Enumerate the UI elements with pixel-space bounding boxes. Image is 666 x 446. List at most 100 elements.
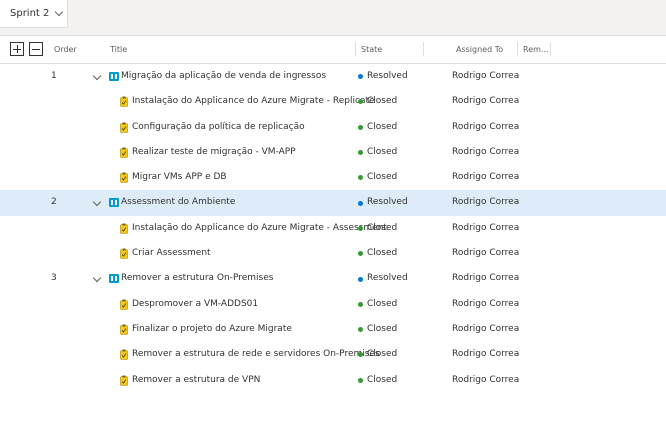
user-story-icon [109,72,119,81]
state-cell[interactable]: Resolved [358,266,408,291]
work-item-title[interactable]: Realizar teste de migração - VM-APP [132,140,296,165]
task-row[interactable]: Instalação do Applicance do Azure Migrat… [0,89,666,114]
user-story-icon [109,274,119,284]
chevron-down-icon[interactable] [92,274,102,283]
state-label: Closed [367,172,398,183]
chevron-down-icon [55,7,64,17]
state-cell[interactable]: Resolved [358,64,408,89]
task-icon [120,248,128,259]
backlog-item-row[interactable]: 2 Assessment do Ambiente Resolved Rodrigo C… [0,190,666,216]
task-row[interactable]: Finalizar o projeto do Azure Migrate Clos… [0,317,666,342]
assigned-to-value[interactable]: Rodrigo Correa [452,292,519,317]
task-row[interactable]: Despromover a VM-ADDS01 Closed Rodrigo Cor… [0,292,666,317]
state-indicator-icon [358,99,363,105]
state-cell[interactable]: Closed [358,317,397,342]
task-icon [120,375,128,386]
work-item-title[interactable]: Remover a estrutura de VPN [132,368,260,393]
work-item-title[interactable]: Migração da aplicação de venda de ingres… [121,64,326,89]
state-cell[interactable]: Closed [358,292,397,317]
state-label: Closed [367,121,398,132]
chevron-down-icon[interactable] [92,71,102,81]
expand-all-button[interactable] [10,42,24,56]
task-icon [120,147,128,158]
work-item-title[interactable]: Remover a estrutura de rede e servidores… [132,342,380,367]
state-label: Resolved [367,71,408,81]
collapse-all-button[interactable] [29,42,43,56]
work-item-title[interactable]: Assessment do Ambiente [121,190,235,215]
order-value: 3 [51,273,57,284]
state-label: Closed [367,323,398,334]
task-icon [120,172,128,183]
assigned-to-value[interactable]: Rodrigo Correa [452,190,519,215]
assigned-to-value[interactable]: Rodrigo Correa [452,241,519,266]
assigned-to-value[interactable]: Rodrigo Correa [452,115,519,140]
task-row[interactable]: Remover a estrutura de VPN Closed Rodrigo … [0,368,666,393]
order-value: 1 [51,71,57,81]
assigned-to-value[interactable]: Rodrigo Correa [452,368,519,393]
state-label: Closed [367,349,398,360]
state-cell[interactable]: Closed [358,342,397,367]
task-icon [120,299,128,310]
state-cell[interactable]: Closed [358,89,397,114]
column-header-state[interactable]: State [361,36,382,64]
work-item-title[interactable]: Despromover a VM-ADDS01 [132,292,258,317]
column-divider[interactable] [550,42,551,56]
backlog-item-row[interactable]: 1 Migração da aplicação de venda de ingre… [0,64,666,89]
task-row[interactable]: Configuração da política de replicação Cl… [0,115,666,140]
assigned-to-value[interactable]: Rodrigo Correa [452,342,519,367]
state-cell[interactable]: Resolved [358,190,408,215]
state-label: Closed [367,374,398,385]
state-indicator-icon [358,74,363,80]
work-item-title[interactable]: Remover a estrutura On-Premises [121,266,273,291]
backlog-item-row[interactable]: 3 Remover a estrutura On-Premises Resolved… [0,266,666,291]
column-header-assigned-to[interactable]: Assigned To [456,36,503,64]
task-row[interactable]: Criar Assessment Closed Rodrigo Correa [0,241,666,266]
work-item-title[interactable]: Instalação do Applicance do Azure Migrat… [132,89,375,114]
state-cell[interactable]: Closed [358,368,397,393]
backlog-grid: 1 Migração da aplicação de venda de ingre… [0,64,666,393]
column-header-remaining[interactable]: Rem... [523,36,549,64]
task-row[interactable]: Realizar teste de migração - VM-APP Close… [0,140,666,165]
state-label: Resolved [367,197,408,208]
assigned-to-value[interactable]: Rodrigo Correa [452,266,519,291]
task-icon [120,122,128,133]
state-indicator-icon [358,150,363,156]
work-item-title[interactable]: Instalação do Applicance do Azure Migrat… [132,216,387,241]
task-row[interactable]: Remover a estrutura de rede e servidores… [0,342,666,367]
assigned-to-value[interactable]: Rodrigo Correa [452,140,519,165]
task-icon [120,223,128,234]
column-header-order[interactable]: Order [54,36,77,64]
state-cell[interactable]: Closed [358,140,397,165]
assigned-to-value[interactable]: Rodrigo Correa [452,165,519,190]
assigned-to-value[interactable]: Rodrigo Correa [452,89,519,114]
state-indicator-icon [358,377,363,383]
assigned-to-value[interactable]: Rodrigo Correa [452,64,519,89]
state-cell[interactable]: Closed [358,216,397,241]
state-indicator-icon [358,276,363,282]
state-indicator-icon [358,251,363,257]
state-cell[interactable]: Closed [358,165,397,190]
column-divider[interactable] [355,42,356,56]
sprint-selector[interactable]: Sprint 2 [0,0,68,28]
column-divider[interactable] [423,42,424,56]
assigned-to-value[interactable]: Rodrigo Correa [452,216,519,241]
state-label: Closed [367,298,398,309]
chevron-down-icon[interactable] [92,198,102,207]
state-indicator-icon [358,352,363,358]
task-row[interactable]: Instalação do Applicance do Azure Migrat… [0,216,666,241]
user-story-icon [109,198,119,208]
state-label: Resolved [367,273,408,284]
assigned-to-value[interactable]: Rodrigo Correa [452,317,519,342]
work-item-title[interactable]: Configuração da política de replicação [132,115,305,140]
work-item-title[interactable]: Criar Assessment [132,241,211,266]
state-cell[interactable]: Closed [358,241,397,266]
state-indicator-icon [358,124,363,130]
task-row[interactable]: Migrar VMs APP e DB Closed Rodrigo Correa [0,165,666,190]
work-item-title[interactable]: Finalizar o projeto do Azure Migrate [132,317,292,342]
order-value: 2 [51,197,57,208]
state-label: Closed [367,96,398,107]
work-item-title[interactable]: Migrar VMs APP e DB [132,165,227,190]
column-divider[interactable] [517,42,518,56]
column-header-title[interactable]: Title [110,36,127,64]
state-cell[interactable]: Closed [358,115,397,140]
